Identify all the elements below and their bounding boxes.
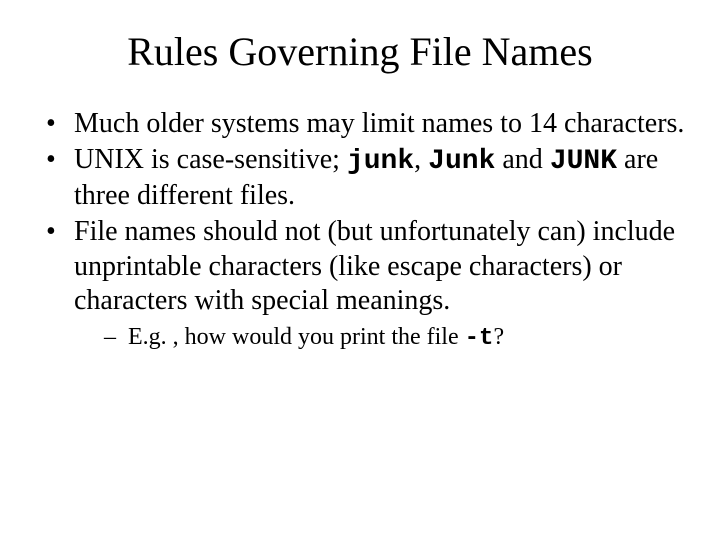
code-junk-upper: JUNK: [550, 146, 617, 177]
bullet-2-mid: and: [495, 144, 549, 175]
slide-title: Rules Governing File Names: [30, 28, 690, 75]
code-junk-lower: junk: [347, 146, 414, 177]
sub-bullet-list: E.g. , how would you print the file -t?: [104, 322, 690, 354]
bullet-list: Much older systems may limit names to 14…: [40, 107, 690, 354]
sub-bullet-item-1: E.g. , how would you print the file -t?: [104, 322, 690, 354]
bullet-item-1: Much older systems may limit names to 14…: [40, 107, 690, 141]
bullet-2-sep1: ,: [414, 144, 428, 175]
code-junk-title: Junk: [428, 146, 495, 177]
slide: Rules Governing File Names Much older sy…: [0, 0, 720, 540]
code-dash-t: -t: [465, 325, 494, 352]
sub-1-pre: E.g. , how would you print the file: [128, 324, 465, 350]
bullet-item-2: UNIX is case-sensitive; junk, Junk and J…: [40, 143, 690, 213]
bullet-3-text: File names should not (but unfortunately…: [74, 216, 675, 315]
bullet-item-3: File names should not (but unfortunately…: [40, 215, 690, 353]
bullet-1-text: Much older systems may limit names to 14…: [74, 108, 684, 139]
bullet-2-pre: UNIX is case-sensitive;: [74, 144, 347, 175]
sub-1-post: ?: [493, 324, 504, 350]
